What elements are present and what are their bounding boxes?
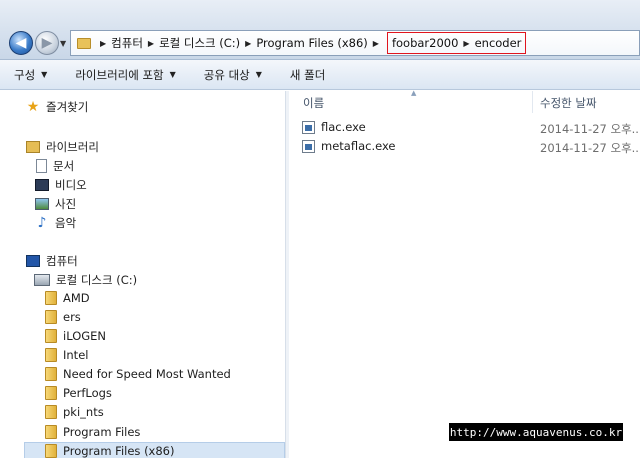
address-input[interactable]: ▶ 컴퓨터 ▶ 로컬 디스크 (C:) ▶ Program Files (x86…	[70, 30, 640, 56]
video-icon	[35, 179, 49, 191]
include-in-library-button[interactable]: 라이브러리에 포함 ▼	[75, 67, 175, 83]
organize-label: 구성	[14, 67, 36, 82]
nav-library-label: 음악	[55, 216, 77, 230]
chevron-right-icon[interactable]: ▶	[148, 39, 154, 48]
breadcrumb-local-disk[interactable]: 로컬 디스크 (C:)	[159, 35, 240, 51]
folder-icon	[45, 367, 57, 381]
nav-computer-label: 컴퓨터	[46, 254, 78, 268]
folder-icon	[45, 329, 57, 343]
nav-folder-label: pki_nts	[63, 405, 104, 419]
breadcrumb-program-files-x86[interactable]: Program Files (x86)	[256, 36, 367, 50]
breadcrumb-highlight-box: foobar2000 ▶ encoder	[386, 32, 527, 54]
computer-icon	[26, 255, 40, 267]
share-with-button[interactable]: 공유 대상 ▼	[204, 67, 262, 83]
nav-library-pictures[interactable]: 사진	[35, 196, 76, 212]
nav-libraries-label: 라이브러리	[46, 140, 99, 154]
chevron-right-icon[interactable]: ▶	[463, 39, 469, 48]
new-folder-button[interactable]: 새 폴더	[290, 67, 325, 83]
nav-folder-label: AMD	[63, 291, 90, 305]
nav-folder-item[interactable]: ers	[45, 310, 81, 324]
hard-drive-icon	[34, 274, 50, 286]
nav-favorites[interactable]: ★ 즐겨찾기	[26, 99, 89, 115]
recent-pages-dropdown[interactable]: ▼	[60, 39, 68, 48]
nav-folder-item[interactable]: Need for Speed Most Wanted	[45, 367, 231, 381]
breadcrumb-foobar2000[interactable]: foobar2000	[392, 36, 458, 50]
nav-folder-item[interactable]: PerfLogs	[45, 386, 112, 400]
breadcrumb-computer[interactable]: 컴퓨터	[111, 35, 143, 51]
file-row[interactable]: flac.exe	[302, 120, 366, 134]
music-note-icon: ♪	[37, 215, 47, 231]
file-name: flac.exe	[321, 120, 366, 134]
star-icon: ★	[26, 99, 40, 115]
folder-icon	[45, 348, 57, 362]
command-bar: 구성 ▼ 라이브러리에 포함 ▼ 공유 대상 ▼ 새 폴더	[0, 60, 640, 90]
folder-icon	[45, 405, 57, 419]
chevron-down-icon: ▼	[41, 70, 48, 79]
column-header-date-modified[interactable]: 수정한 날짜	[540, 95, 597, 111]
folder-icon	[77, 37, 91, 49]
nav-folder-label: PerfLogs	[63, 386, 112, 400]
file-date: 2014-11-27 오후...	[540, 141, 640, 155]
picture-icon	[35, 198, 49, 210]
nav-folder-label: Program Files (x86)	[63, 444, 175, 458]
share-label: 공유 대상	[203, 67, 250, 82]
nav-folder-label: iLOGEN	[63, 329, 107, 343]
forward-button[interactable]: ▶	[35, 31, 59, 55]
chevron-right-icon[interactable]: ▶	[373, 39, 379, 48]
nav-folder-label: Intel	[63, 348, 89, 362]
nav-library-videos[interactable]: 비디오	[35, 177, 87, 193]
chevron-down-icon: ▼	[255, 70, 262, 79]
executable-file-icon	[302, 139, 315, 153]
folder-icon	[45, 310, 57, 324]
folder-icon	[45, 425, 57, 439]
folder-icon	[45, 386, 57, 400]
back-button[interactable]: ◀	[9, 31, 33, 55]
nav-library-label: 문서	[53, 159, 75, 173]
nav-library-documents[interactable]: 문서	[36, 158, 74, 174]
chevron-down-icon: ▼	[169, 70, 176, 79]
document-icon	[36, 159, 47, 173]
nav-local-disk[interactable]: 로컬 디스크 (C:)	[34, 272, 137, 288]
chevron-down-icon: ▼	[60, 39, 67, 48]
file-date: 2014-11-27 오후...	[540, 122, 640, 136]
nav-library-label: 비디오	[55, 178, 87, 192]
library-icon	[26, 141, 40, 153]
nav-computer[interactable]: 컴퓨터	[26, 253, 78, 269]
chevron-right-icon[interactable]: ▶	[100, 39, 106, 48]
include-library-label: 라이브러리에 포함	[75, 67, 164, 82]
column-header-name[interactable]: 이름	[303, 95, 324, 111]
watermark-url: http://www.aquavenus.co.kr	[449, 423, 623, 441]
pane-splitter[interactable]	[285, 91, 289, 458]
nav-folder-item[interactable]: Program Files	[45, 425, 140, 439]
sort-ascending-icon: ▲	[411, 89, 417, 97]
breadcrumb-encoder[interactable]: encoder	[475, 36, 522, 50]
arrow-right-icon: ▶	[41, 35, 53, 51]
nav-folder-item[interactable]: pki_nts	[45, 405, 104, 419]
nav-libraries[interactable]: 라이브러리	[26, 139, 99, 155]
nav-folder-label: Program Files	[63, 425, 141, 439]
nav-folder-item[interactable]: iLOGEN	[45, 329, 106, 343]
nav-library-music[interactable]: ♪ 음악	[35, 215, 77, 231]
nav-folder-item[interactable]: AMD	[45, 291, 90, 305]
executable-file-icon	[302, 120, 315, 134]
nav-library-label: 사진	[55, 197, 77, 211]
nav-folder-item-selected[interactable]: Program Files (x86)	[45, 444, 174, 458]
folder-icon	[45, 444, 57, 458]
nav-folder-label: Need for Speed Most Wanted	[63, 367, 231, 381]
nav-folder-label: ers	[63, 310, 81, 324]
new-folder-label: 새 폴더	[289, 67, 326, 82]
nav-favorites-label: 즐겨찾기	[46, 100, 89, 114]
column-divider[interactable]	[532, 91, 533, 113]
file-row[interactable]: metaflac.exe	[302, 139, 396, 153]
address-bar-area: ◀ ▶ ▼ ▶ 컴퓨터 ▶ 로컬 디스크 (C:) ▶ Program File…	[0, 0, 640, 60]
organize-button[interactable]: 구성 ▼	[14, 67, 47, 83]
chevron-right-icon[interactable]: ▶	[245, 39, 251, 48]
arrow-left-icon: ◀	[15, 35, 27, 51]
nav-folder-item[interactable]: Intel	[45, 348, 88, 362]
nav-drive-label: 로컬 디스크 (C:)	[56, 273, 138, 287]
folder-icon	[45, 291, 57, 305]
file-name: metaflac.exe	[321, 139, 396, 153]
